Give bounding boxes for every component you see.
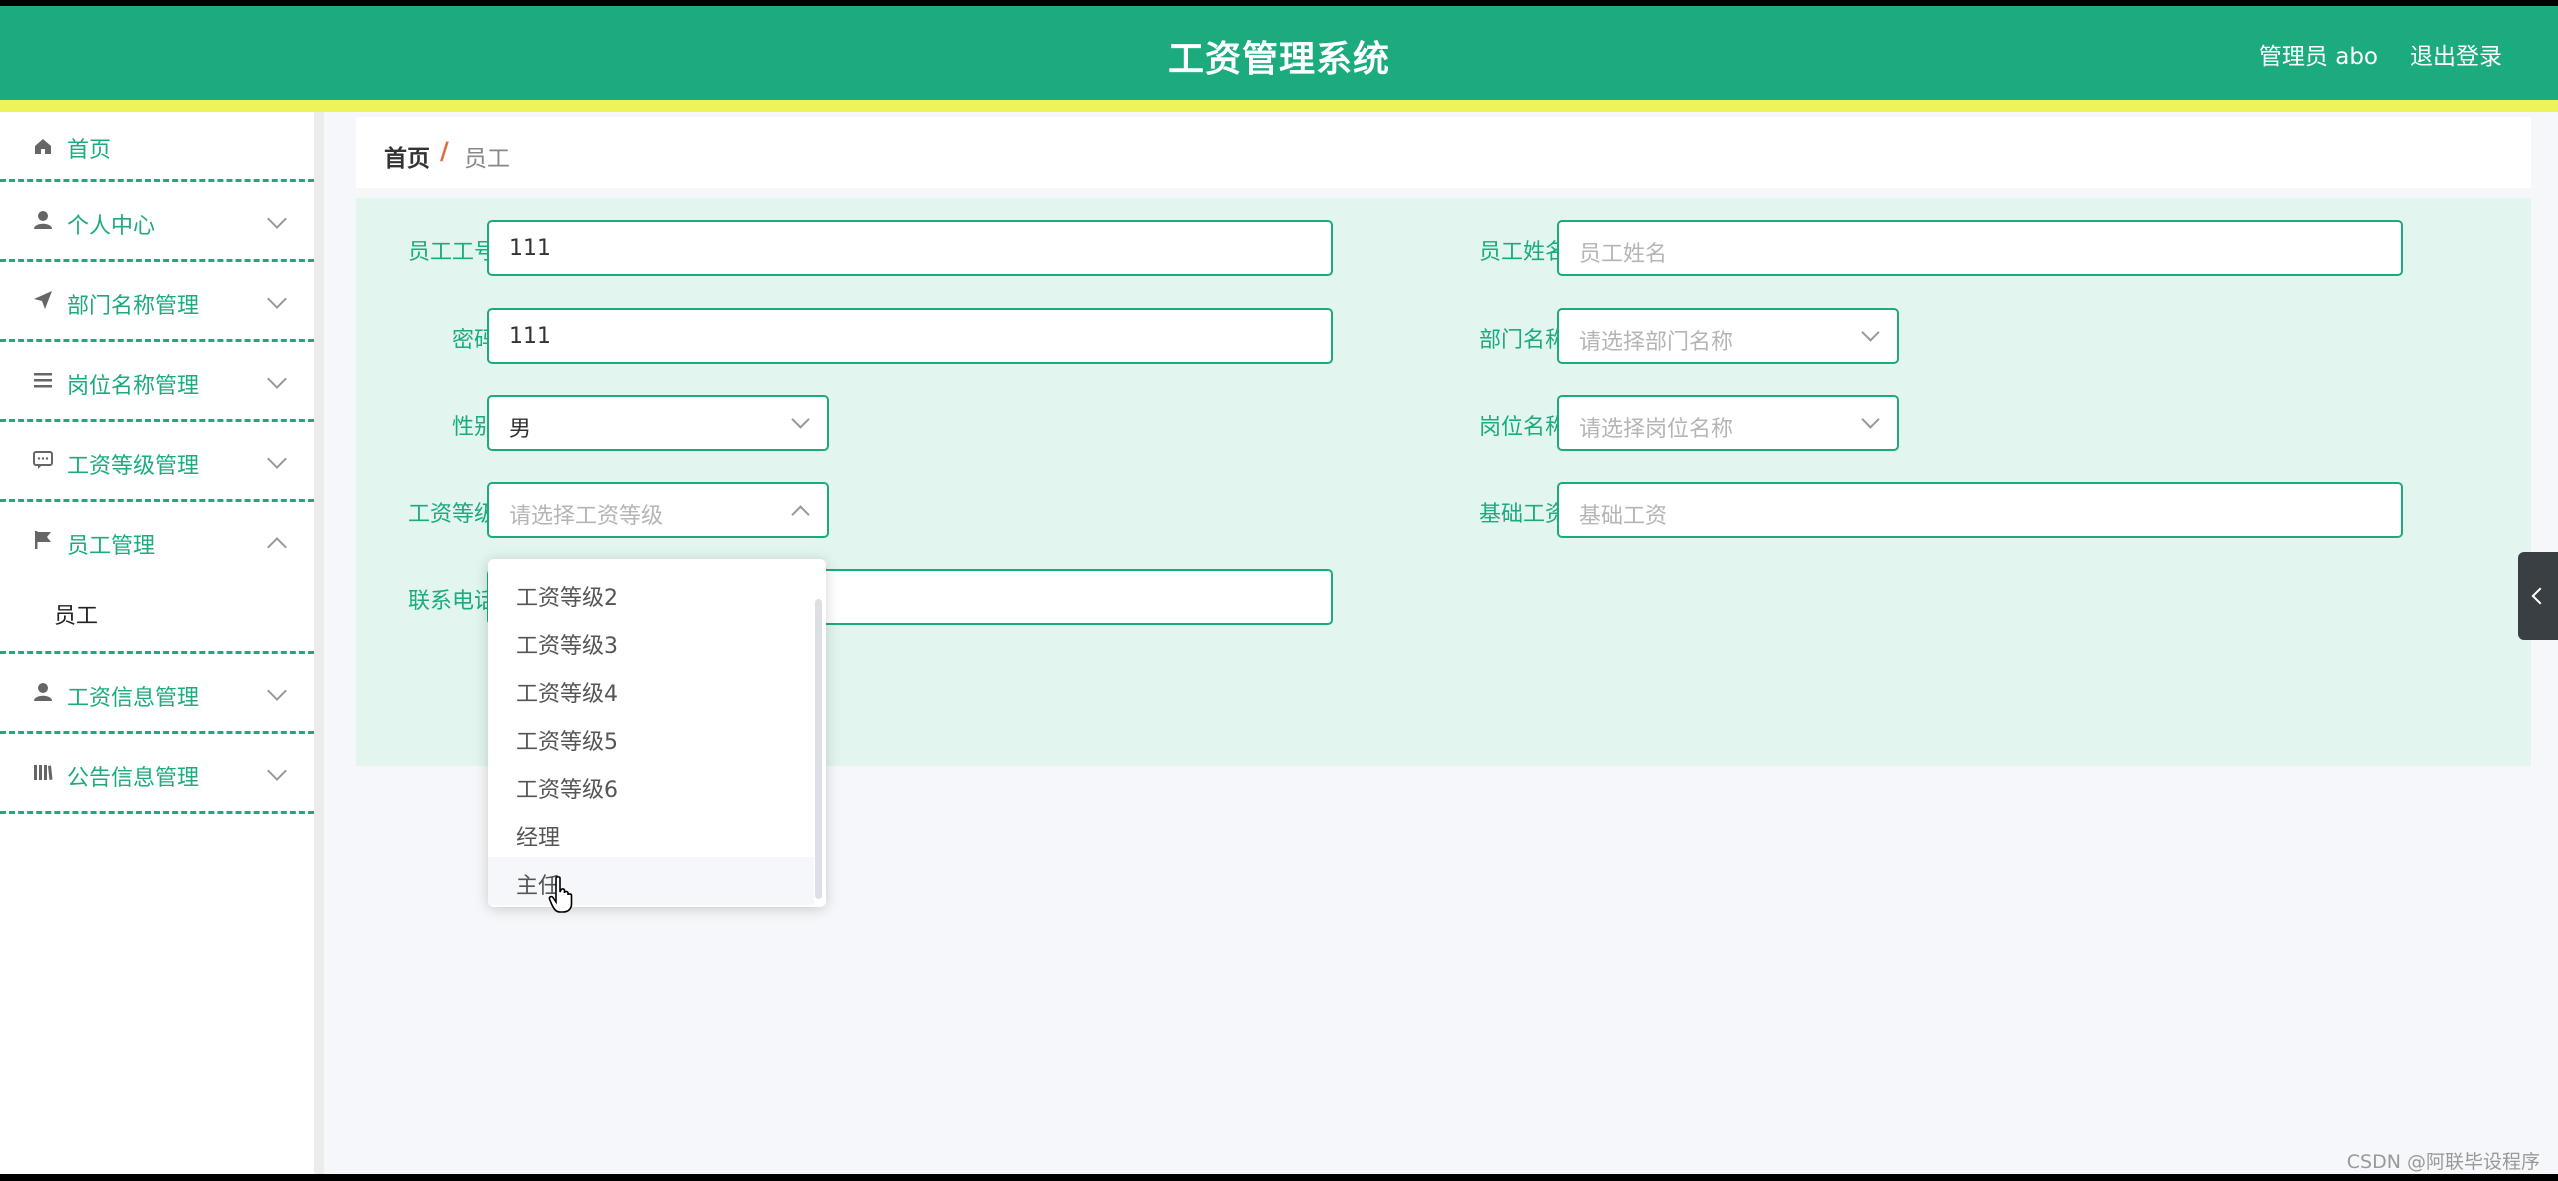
department-placeholder: 请选择部门名称 xyxy=(1579,330,1734,355)
employee-no-label: 员工工号 xyxy=(407,240,496,265)
list-icon xyxy=(32,369,54,391)
user-icon xyxy=(32,681,54,703)
hand-cursor-icon xyxy=(548,876,573,913)
sidebar: 首页 个人中心 部门名称管理 岗位名称管理 工资等级管理 员工管理 员工 工资信… xyxy=(0,112,324,1174)
sidebar-item-label: 岗位名称管理 xyxy=(67,374,200,399)
flag-icon xyxy=(32,529,54,551)
salary-grade-dropdown: 工资等级2 工资等级3 工资等级4 工资等级5 工资等级6 经理 主任 xyxy=(488,559,826,907)
position-placeholder: 请选择岗位名称 xyxy=(1579,417,1734,442)
sidebar-item-profile[interactable]: 个人中心 xyxy=(0,182,314,262)
sidebar-item-salary-grades[interactable]: 工资等级管理 xyxy=(0,422,314,502)
sidebar-item-label: 工资信息管理 xyxy=(67,686,200,711)
gender-label: 性别 xyxy=(451,415,496,440)
employee-name-label: 员工姓名 xyxy=(1478,240,1567,265)
breadcrumb: 首页 / 员工 xyxy=(356,117,2531,188)
logout-link[interactable]: 退出登录 xyxy=(2410,37,2502,71)
dropdown-option-hovered[interactable]: 主任 xyxy=(488,857,814,905)
dropdown-option[interactable]: 工资等级6 xyxy=(488,761,814,809)
position-label: 岗位名称 xyxy=(1478,415,1567,440)
app-title: 工资管理系统 xyxy=(1167,39,1390,80)
chevron-down-icon xyxy=(791,410,810,429)
top-header: 工资管理系统 管理员 abo 退出登录 xyxy=(0,6,2558,100)
message-icon xyxy=(32,449,54,471)
header-accent-stripe xyxy=(0,100,2558,112)
breadcrumb-separator: / xyxy=(440,137,449,165)
collapse-panel-button[interactable] xyxy=(2518,552,2558,640)
dropdown-scrollbar[interactable] xyxy=(815,599,822,899)
breadcrumb-home[interactable]: 首页 xyxy=(384,139,430,173)
employee-name-placeholder: 员工姓名 xyxy=(1579,242,1668,267)
phone-label: 联系电话 xyxy=(407,589,496,614)
sidebar-item-label: 个人中心 xyxy=(67,214,156,239)
sidebar-item-positions[interactable]: 岗位名称管理 xyxy=(0,342,314,422)
dropdown-option[interactable]: 工资等级5 xyxy=(488,713,814,761)
dropdown-option[interactable]: 工资等级2 xyxy=(488,569,814,617)
sidebar-item-home[interactable]: 首页 xyxy=(0,112,314,182)
chevron-up-icon xyxy=(791,505,810,524)
gender-value: 男 xyxy=(509,417,532,442)
password-label: 密码 xyxy=(451,328,496,353)
department-label: 部门名称 xyxy=(1478,328,1567,353)
chevron-down-icon xyxy=(267,681,287,701)
employee-no-input[interactable]: 111 xyxy=(487,220,1333,276)
sidebar-item-announcements[interactable]: 公告信息管理 xyxy=(0,734,314,814)
user-icon xyxy=(32,209,54,231)
sidebar-subitem-employee[interactable]: 员工 xyxy=(54,598,98,630)
chevron-down-icon xyxy=(1861,410,1880,429)
send-icon xyxy=(32,289,54,311)
watermark-text: CSDN @阿联毕设程序 xyxy=(2346,1151,2540,1173)
sidebar-item-label: 员工管理 xyxy=(67,534,156,559)
base-salary-placeholder: 基础工资 xyxy=(1579,504,1668,529)
sidebar-item-salary-info[interactable]: 工资信息管理 xyxy=(0,654,314,734)
position-select[interactable]: 请选择岗位名称 xyxy=(1557,395,1899,451)
chevron-down-icon xyxy=(267,449,287,469)
base-salary-label: 基础工资 xyxy=(1478,502,1567,527)
employee-no-value: 111 xyxy=(509,236,551,261)
chevron-left-icon xyxy=(2531,587,2549,605)
app-window: 工资管理系统 管理员 abo 退出登录 首页 个人中心 部门名称管理 岗位名称管… xyxy=(0,6,2558,1174)
sidebar-item-departments[interactable]: 部门名称管理 xyxy=(0,262,314,342)
sidebar-item-employees[interactable]: 员工管理 员工 xyxy=(0,502,314,654)
chevron-down-icon xyxy=(1861,323,1880,342)
chevron-down-icon xyxy=(267,209,287,229)
dropdown-option[interactable]: 工资等级3 xyxy=(488,617,814,665)
sidebar-item-label: 部门名称管理 xyxy=(67,294,200,319)
chevron-up-icon xyxy=(267,537,287,557)
chevron-down-icon xyxy=(267,369,287,389)
dropdown-option[interactable]: 工资等级4 xyxy=(488,665,814,713)
dropdown-option[interactable]: 经理 xyxy=(488,809,814,857)
password-input[interactable]: 111 xyxy=(487,308,1333,364)
sidebar-item-label: 公告信息管理 xyxy=(67,766,200,791)
employee-name-input[interactable]: 员工姓名 xyxy=(1557,220,2403,276)
sidebar-item-label: 首页 xyxy=(67,138,112,163)
salary-grade-select[interactable]: 请选择工资等级 xyxy=(487,482,829,538)
department-select[interactable]: 请选择部门名称 xyxy=(1557,308,1899,364)
gender-select[interactable]: 男 xyxy=(487,395,829,451)
breadcrumb-current: 员工 xyxy=(464,146,510,172)
current-user: 管理员 abo xyxy=(2258,44,2378,70)
salary-grade-placeholder: 请选择工资等级 xyxy=(509,504,664,529)
password-value: 111 xyxy=(509,324,551,349)
library-icon xyxy=(32,761,54,783)
chevron-down-icon xyxy=(267,289,287,309)
chevron-down-icon xyxy=(267,761,287,781)
sidebar-item-label: 工资等级管理 xyxy=(67,454,200,479)
salary-grade-label: 工资等级 xyxy=(407,502,496,527)
home-icon xyxy=(32,135,54,157)
base-salary-input[interactable]: 基础工资 xyxy=(1557,482,2403,538)
